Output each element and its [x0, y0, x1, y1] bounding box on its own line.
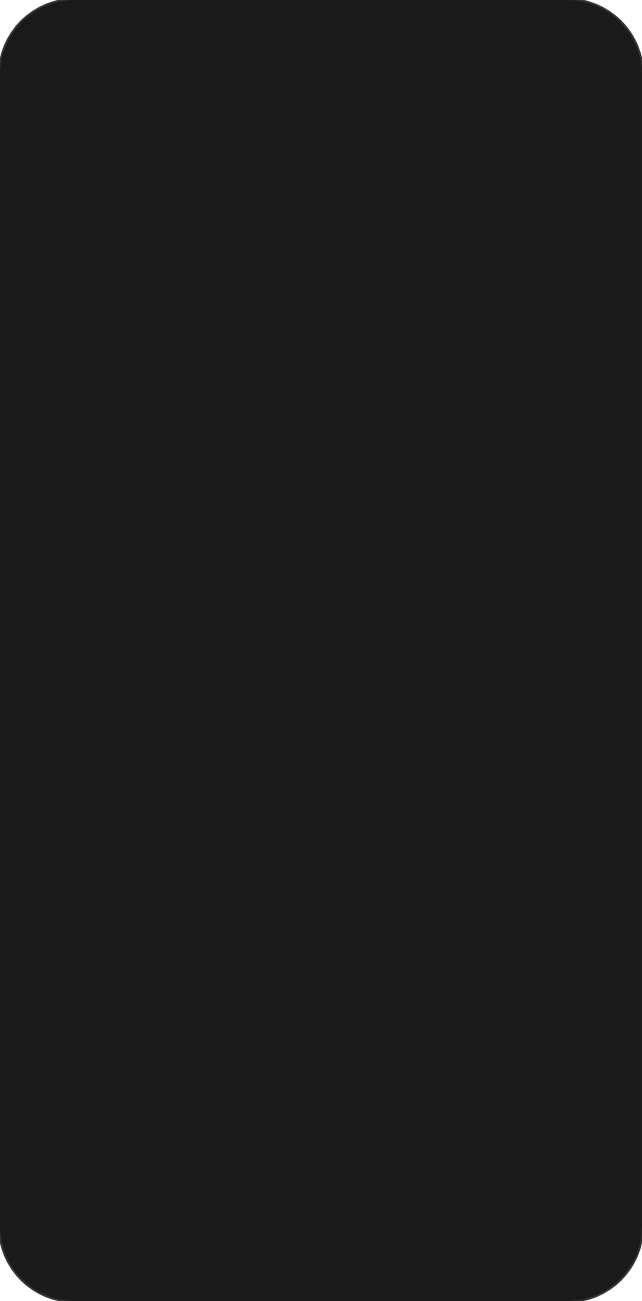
phone-frame: 5:43 SOS 68 — [0, 0, 642, 1301]
power-button — [0, 565, 4, 695]
